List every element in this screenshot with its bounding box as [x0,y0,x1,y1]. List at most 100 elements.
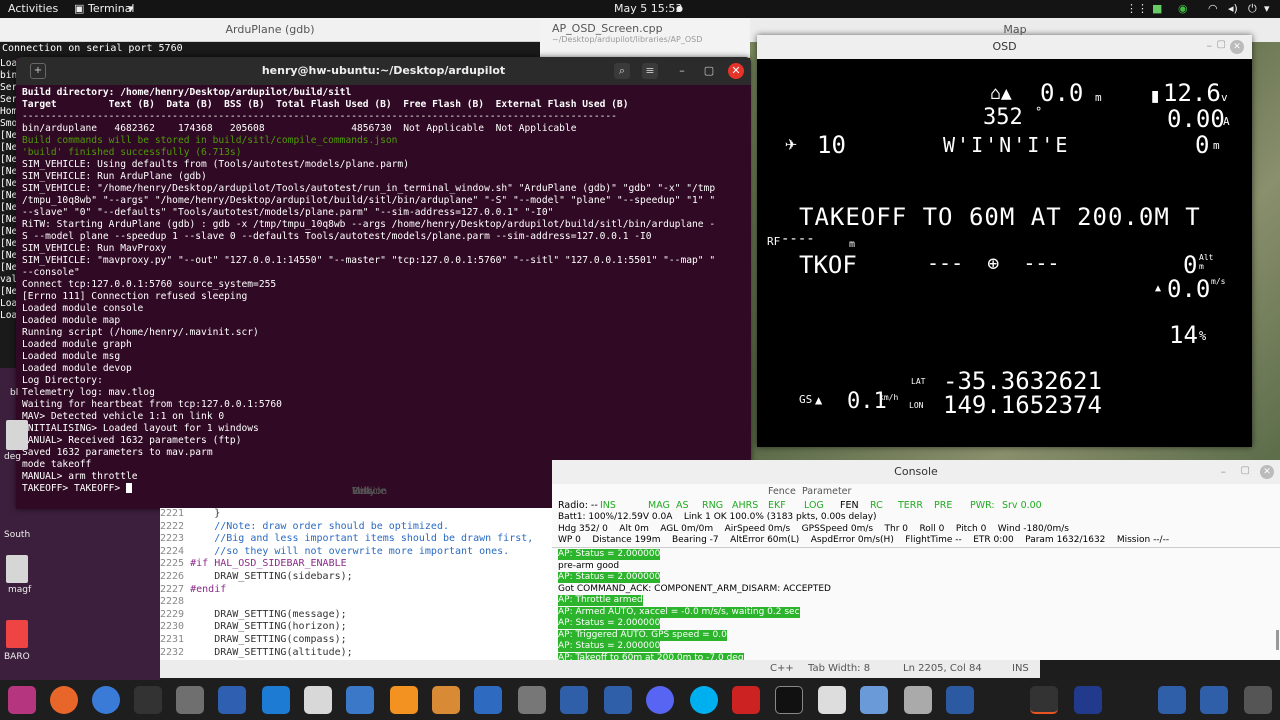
show-apps-icon[interactable] [8,686,36,714]
wifi-icon[interactable]: ◠ [1208,2,1218,15]
arduplane-gdb-visible-strip: Loa bin Ser Ser Hom Smo [Ne [Ne [Ne [Ne [Ne [Ne [Ne[… [0,58,16,368]
code-line[interactable]: 2223 //Big and less important items shou… [160,533,555,546]
minimize-icon[interactable]: – [1207,39,1213,52]
text-editor-icon[interactable] [218,686,246,714]
code-line[interactable]: 2225 #if HAL_OSD_SIDEBAR_ENABLE [160,558,555,571]
arduplane-gdb-window[interactable]: ArduPlane (gdb) Connection on serial por… [0,18,540,58]
chrome-icon[interactable] [92,686,120,714]
terminal-running-icon[interactable] [1030,686,1058,714]
3d-box-icon[interactable] [860,686,888,714]
desktop-icon-label[interactable]: bl [10,388,18,398]
arduplane-gdb-titlebar[interactable]: ArduPlane (gdb) [0,18,540,42]
terminal-titlebar[interactable]: + henry@hw-ubuntu:~/Desktop/ardupilot ⌕ … [16,57,751,85]
app-icon[interactable] [904,686,932,714]
console-messages[interactable]: AP: Status = 2.000000 pre-arm good AP: Sta… [552,549,1272,660]
maximize-icon[interactable]: ▢ [701,63,717,79]
printer-icon[interactable] [818,686,846,714]
code-line[interactable]: 2224 //so they will not overwrite more i… [160,546,555,559]
desktop-icon-label[interactable]: deg [4,452,21,462]
close-icon[interactable]: ✕ [728,63,744,79]
opentx-icon[interactable] [775,686,803,714]
desktop-icon-label[interactable]: magf [8,585,31,595]
code-line[interactable]: 2229 DRAW_SETTING(message); [160,609,555,622]
close-icon[interactable]: ✕ [1230,40,1244,54]
app-icon[interactable] [1074,686,1102,714]
discord-icon[interactable] [646,686,674,714]
new-tab-icon[interactable]: + [30,63,46,79]
language-selector[interactable]: C++ [770,663,794,674]
status-flag: EKF [768,500,786,511]
code-line[interactable]: 2228 [160,596,555,609]
code-lines[interactable]: 2221 } 2222 //Note: draw order should be … [160,508,555,659]
rangefinder-value: ---- [781,231,815,247]
power-icon[interactable]: ⏻ [1248,2,1257,16]
desktop-file-icon[interactable] [6,555,28,583]
console-menu-item[interactable]: Fence [768,486,796,497]
app-icon[interactable] [946,686,974,714]
console-scrollbar[interactable] [1276,630,1279,650]
chrome-indicator-icon[interactable]: ◉ [1178,2,1188,15]
files-icon[interactable] [176,686,204,714]
activities-button[interactable]: Activities [8,2,58,15]
code-line[interactable]: 2221 } [160,508,555,521]
code-line[interactable]: 2226 DRAW_SETTING(sidebars); [160,571,555,584]
search-icon[interactable]: ⌕ [614,63,630,79]
cursor-position[interactable]: Ln 2205, Col 84 [903,663,982,674]
rstudio-icon[interactable] [304,686,332,714]
firefox-icon[interactable] [50,686,78,714]
status-flag: TERR [898,500,924,511]
mav-map-icon[interactable] [1200,686,1228,714]
mav-explorer-icon[interactable] [604,686,632,714]
terminal-app-icon[interactable]: ▣ [74,2,84,15]
code-line[interactable]: 2232 DRAW_SETTING(altitude); [160,647,555,660]
terminal-output[interactable]: Build directory: /home/henry/Desktop/ard… [22,87,747,507]
app-indicator-icon[interactable]: ■ [1152,2,1162,15]
app-icon[interactable] [732,686,760,714]
maximize-icon[interactable]: ▢ [1241,465,1250,476]
terminal-line: Loaded module map [22,315,121,326]
terminal-icon[interactable] [134,686,162,714]
skype-icon[interactable] [690,686,718,714]
console-titlebar[interactable]: Console [552,460,1280,484]
strip-line: [Ne [0,190,16,201]
document-icon[interactable] [346,686,374,714]
code-line[interactable]: 2230 DRAW_SETTING(horizon); [160,621,555,634]
altitude-unit: Alt m [1199,253,1214,271]
maximize-icon[interactable]: ▢ [1217,39,1226,50]
terminal-window[interactable]: + henry@hw-ubuntu:~/Desktop/ardupilot ⌕ … [16,57,751,509]
code-line[interactable]: 2231 DRAW_SETTING(compass); [160,634,555,647]
grid-icon[interactable]: ⋮⋮ [1126,2,1148,15]
mathematica-icon[interactable] [432,686,460,714]
vlc-icon[interactable] [390,686,418,714]
minimize-icon[interactable]: – [1221,465,1227,478]
editor-window-header[interactable]: AP_OSD_Screen.cpp ~/Desktop/ardupilot/li… [540,18,750,58]
minimize-icon[interactable]: – [674,63,690,79]
desktop-icon-label[interactable]: BARO [4,652,30,662]
line-number: 2226 [160,570,191,582]
osd-window[interactable]: OSD – ▢ ✕ ⌂▲ 0.0 m ▮ 12.6 v 352 ° 0.00 A… [757,35,1252,447]
line-number: 2229 [160,608,191,620]
close-icon[interactable]: ✕ [1260,465,1274,479]
desktop-file-icon[interactable] [6,420,28,450]
hamburger-menu-icon[interactable]: ≡ [642,63,658,79]
code-line[interactable]: 2227 #endif [160,584,555,597]
console-menu-item[interactable]: Parameter [802,486,851,497]
mavproxy-icon[interactable] [560,686,588,714]
desktop-icon-label[interactable]: South [4,530,30,540]
desktop-image-icon[interactable] [6,620,28,648]
vscode-icon[interactable] [262,686,290,714]
tab-width-selector[interactable]: Tab Width: 8 [808,663,870,674]
volume-icon[interactable]: ◂) [1228,2,1238,15]
code-line[interactable]: 2222 //Note: draw order should be optimi… [160,521,555,534]
grid-icon[interactable] [1244,686,1272,714]
code-editor[interactable]: 2221 } 2222 //Note: draw order should be … [160,508,555,660]
console-menu-item[interactable]: Rally [352,486,375,497]
osd-titlebar[interactable]: OSD [757,35,1252,59]
system-menu-chevron-icon[interactable]: ▾ [1264,2,1270,15]
clock[interactable]: May 5 15:53 [614,2,682,15]
app-icon[interactable] [474,686,502,714]
mav-console-icon[interactable] [1158,686,1186,714]
terminal-line: MAV> Detected vehicle 1:1 on link 0 [22,411,225,422]
console-window[interactable]: Console – ▢ ✕ Vehicle Link Mission Rally Fen… [352,460,1280,660]
mission-planner-icon[interactable] [518,686,546,714]
